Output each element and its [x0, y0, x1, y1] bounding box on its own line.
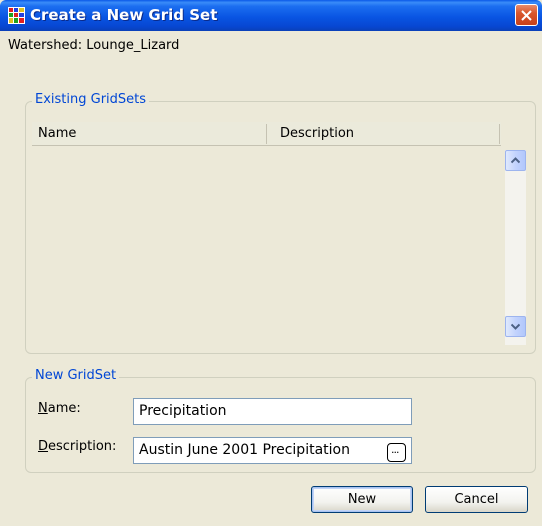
name-label-mnemonic: N — [38, 401, 48, 416]
column-divider[interactable] — [266, 124, 267, 144]
title-bar[interactable]: Create a New Grid Set — [0, 0, 542, 31]
window-title: Create a New Grid Set — [30, 6, 218, 24]
description-label: Description: — [38, 439, 116, 454]
browse-description-button[interactable]: ... — [387, 443, 406, 462]
existing-gridsets-legend: Existing GridSets — [32, 92, 150, 107]
close-button[interactable] — [515, 4, 538, 26]
description-input[interactable]: Austin June 2001 Precipitation — [133, 437, 412, 464]
chevron-down-icon — [511, 323, 520, 330]
browse-button-label: ... — [391, 443, 399, 456]
name-label-text: ame: — [47, 401, 81, 416]
gridsets-table-body[interactable] — [32, 146, 501, 346]
column-header-description[interactable]: Description — [280, 126, 354, 141]
new-button[interactable]: New — [311, 486, 413, 513]
column-divider[interactable] — [499, 124, 500, 144]
column-header-name[interactable]: Name — [38, 126, 76, 141]
close-icon — [521, 10, 532, 21]
scroll-up-button[interactable] — [505, 150, 526, 171]
description-label-mnemonic: D — [38, 439, 49, 454]
description-label-text: escription: — [48, 439, 117, 454]
watershed-label: Watershed: Lounge_Lizard — [8, 38, 180, 53]
gridsets-table-header: Name Description — [32, 122, 501, 146]
vertical-scrollbar[interactable] — [505, 150, 526, 345]
scroll-down-button[interactable] — [505, 316, 526, 337]
new-gridset-legend: New GridSet — [32, 368, 120, 383]
name-input[interactable]: Precipitation — [133, 398, 412, 425]
grid-app-icon — [8, 7, 25, 24]
create-grid-set-dialog: Create a New Grid Set Watershed: Lounge_… — [0, 0, 542, 526]
chevron-up-icon — [511, 157, 520, 164]
cancel-button[interactable]: Cancel — [425, 486, 528, 513]
name-label: Name: — [38, 401, 81, 416]
